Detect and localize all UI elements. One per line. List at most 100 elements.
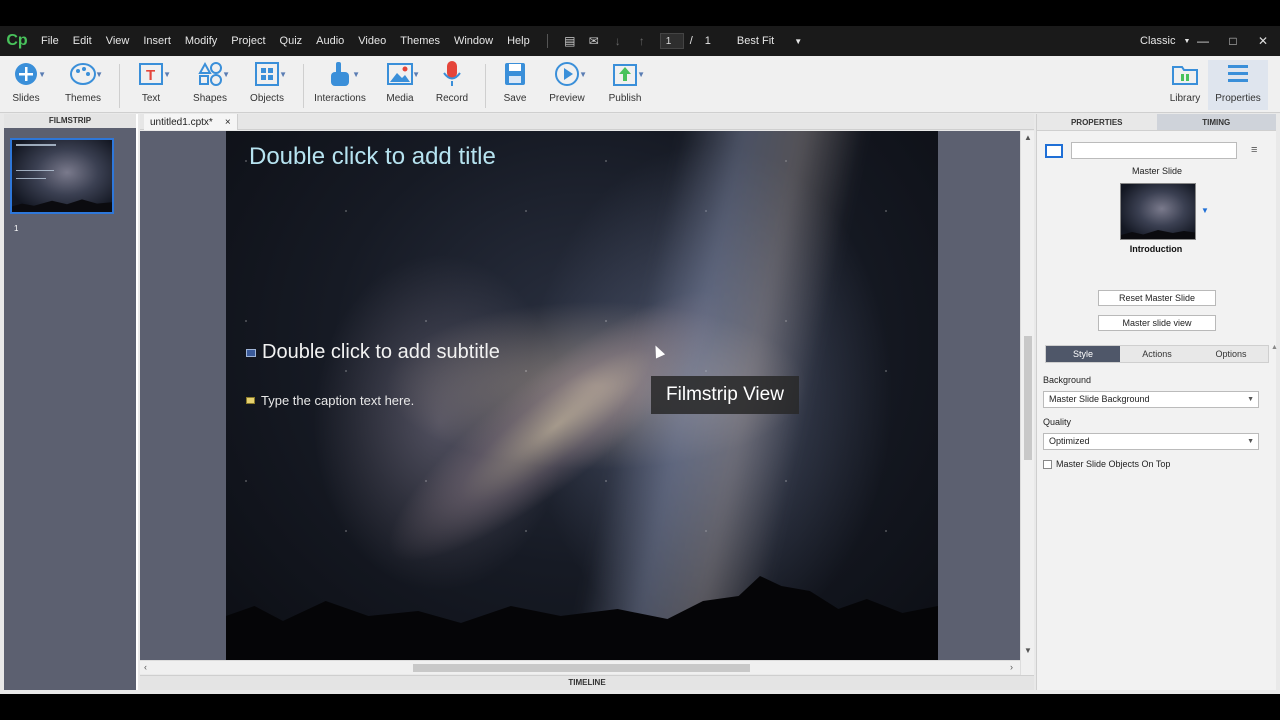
library-button[interactable]: Library bbox=[1155, 60, 1215, 110]
close-tab-icon[interactable]: × bbox=[225, 117, 231, 128]
menu-insert[interactable]: Insert bbox=[136, 35, 178, 47]
menu-file[interactable]: File bbox=[34, 35, 66, 47]
shapes-button[interactable]: ▼ Shapes bbox=[180, 60, 240, 110]
menu-themes[interactable]: Themes bbox=[393, 35, 447, 47]
tab-timing[interactable]: TIMING bbox=[1156, 114, 1276, 131]
shapes-icon: ▼ bbox=[192, 60, 230, 88]
slide-thumbnail[interactable] bbox=[10, 138, 114, 214]
page-number-input[interactable] bbox=[659, 33, 684, 49]
zoom-value: Best Fit bbox=[736, 35, 775, 47]
palette-icon: ▼ bbox=[65, 60, 103, 88]
captivate-window: Cp File Edit View Insert Modify Project … bbox=[0, 26, 1280, 694]
page-total: 1 bbox=[704, 35, 711, 47]
tab-options[interactable]: Options bbox=[1194, 346, 1268, 362]
hand-pointer-icon: ▼ bbox=[322, 60, 360, 88]
publish-icon: ▼ bbox=[607, 60, 645, 88]
menu-window[interactable]: Window bbox=[447, 35, 500, 47]
properties-button[interactable]: Properties bbox=[1208, 60, 1268, 110]
toolbar-divider bbox=[303, 64, 304, 108]
tab-style[interactable]: Style bbox=[1046, 346, 1120, 362]
zoom-dropdown[interactable]: Best Fit ▼ bbox=[737, 35, 802, 47]
scroll-left-icon[interactable]: ‹ bbox=[144, 662, 147, 672]
document-tab-label: untitled1.cptx* bbox=[150, 116, 213, 128]
menu-modify[interactable]: Modify bbox=[178, 35, 224, 47]
properties-list-icon bbox=[1220, 60, 1256, 88]
menu-quiz[interactable]: Quiz bbox=[273, 35, 310, 47]
comment-icon[interactable]: ▤ bbox=[562, 33, 578, 49]
interactions-button[interactable]: ▼ Interactions bbox=[310, 60, 370, 110]
caption-placeholder-icon bbox=[246, 397, 255, 404]
document-tab-bar: untitled1.cptx* × bbox=[140, 114, 1034, 130]
text-placeholder-icon bbox=[246, 348, 256, 357]
properties-tab-bar: PROPERTIES TIMING bbox=[1037, 114, 1276, 131]
close-button[interactable]: ✕ bbox=[1252, 34, 1274, 48]
save-button[interactable]: Save bbox=[485, 60, 545, 110]
subtitle-placeholder[interactable]: Double click to add subtitle bbox=[246, 341, 500, 364]
master-objects-on-top-option[interactable]: Master Slide Objects On Top bbox=[1043, 459, 1170, 469]
arrow-up-icon[interactable]: ↑ bbox=[634, 33, 650, 49]
scroll-up-icon[interactable]: ▲ bbox=[1024, 133, 1032, 142]
master-thumbnail-mountains bbox=[1121, 230, 1195, 239]
slides-button[interactable]: ▼ Slides bbox=[0, 60, 56, 110]
stage-area: Double click to add title Double click t… bbox=[140, 131, 1020, 661]
master-objects-on-top-checkbox[interactable] bbox=[1043, 459, 1052, 469]
media-button[interactable]: ▼ Media bbox=[370, 60, 430, 110]
preview-button[interactable]: ▼ Preview bbox=[537, 60, 597, 110]
master-slide-view-button[interactable]: Master slide view bbox=[1098, 315, 1216, 331]
background-select-value: Master Slide Background bbox=[1049, 394, 1150, 404]
tab-properties[interactable]: PROPERTIES bbox=[1037, 114, 1157, 131]
menu-project[interactable]: Project bbox=[224, 35, 272, 47]
slide-name-input[interactable] bbox=[1071, 142, 1237, 159]
chevron-down-icon[interactable]: ▼ bbox=[1201, 206, 1209, 215]
master-slide-thumbnail[interactable] bbox=[1120, 183, 1196, 240]
publish-button[interactable]: ▼ Publish bbox=[595, 60, 655, 110]
minimize-button[interactable]: — bbox=[1192, 34, 1214, 48]
workspace-mode-value: Classic bbox=[1140, 35, 1176, 47]
tab-actions[interactable]: Actions bbox=[1120, 346, 1194, 362]
toolbar-divider bbox=[119, 64, 120, 108]
maximize-button[interactable]: □ bbox=[1222, 34, 1244, 48]
scroll-down-icon[interactable]: ▼ bbox=[1024, 646, 1032, 655]
text-button[interactable]: T ▼ Text bbox=[121, 60, 181, 110]
slide-canvas[interactable]: Double click to add title Double click t… bbox=[226, 131, 938, 661]
caption-placeholder[interactable]: Type the caption text here. bbox=[246, 393, 414, 408]
scroll-right-icon[interactable]: › bbox=[1010, 662, 1013, 672]
themes-button[interactable]: ▼ Themes bbox=[53, 60, 113, 110]
menu-view[interactable]: View bbox=[99, 35, 137, 47]
slide-title-placeholder[interactable]: Double click to add title bbox=[249, 143, 496, 171]
chevron-down-icon: ▼ bbox=[794, 36, 803, 46]
menu-help[interactable]: Help bbox=[500, 35, 537, 47]
style-tabs: Style Actions Options bbox=[1045, 345, 1269, 363]
quality-select-value: Optimized bbox=[1049, 436, 1090, 446]
vertical-scrollbar[interactable]: ▲ ▼ bbox=[1020, 131, 1034, 679]
mail-icon[interactable]: ✉ bbox=[586, 33, 602, 49]
document-tab[interactable]: untitled1.cptx* × bbox=[144, 114, 238, 130]
workspace-mode-dropdown[interactable]: Classic ▼ bbox=[1140, 26, 1190, 56]
microphone-icon bbox=[434, 60, 470, 88]
chevron-down-icon: ▼ bbox=[1247, 438, 1254, 445]
svg-text:T: T bbox=[146, 67, 155, 84]
horizontal-scroll-thumb[interactable] bbox=[413, 664, 750, 672]
object-style-icon[interactable] bbox=[1045, 144, 1063, 158]
menu-audio[interactable]: Audio bbox=[309, 35, 351, 47]
menu-edit[interactable]: Edit bbox=[66, 35, 99, 47]
list-options-icon[interactable]: ≡ bbox=[1251, 144, 1257, 156]
master-slide-label: Master Slide bbox=[1131, 166, 1183, 176]
slide-number: 1 bbox=[14, 224, 19, 233]
record-button[interactable]: Record bbox=[422, 60, 482, 110]
background-select[interactable]: Master Slide Background ▼ bbox=[1043, 391, 1259, 408]
menu-video[interactable]: Video bbox=[351, 35, 393, 47]
library-folder-icon bbox=[1167, 60, 1203, 88]
reset-master-slide-button[interactable]: Reset Master Slide bbox=[1098, 290, 1216, 306]
timeline-bar[interactable]: TIMELINE bbox=[140, 675, 1034, 690]
filmstrip-panel: FILMSTRIP 1 bbox=[4, 114, 138, 690]
quality-select[interactable]: Optimized ▼ bbox=[1043, 433, 1259, 450]
vertical-scroll-thumb[interactable] bbox=[1024, 336, 1032, 460]
text-caption-icon: T ▼ bbox=[133, 60, 171, 88]
arrow-down-icon[interactable]: ↓ bbox=[610, 33, 626, 49]
main-toolbar: ▼ Slides ▼ Themes T ▼ Text ▼ Shapes ▼ Ob… bbox=[0, 56, 1280, 113]
panel-scroll-up-icon[interactable]: ▲ bbox=[1271, 344, 1278, 351]
horizontal-scrollbar[interactable]: ‹ › bbox=[140, 660, 1020, 674]
objects-button[interactable]: ▼ Objects bbox=[237, 60, 297, 110]
window-controls: — □ ✕ bbox=[1192, 26, 1280, 56]
